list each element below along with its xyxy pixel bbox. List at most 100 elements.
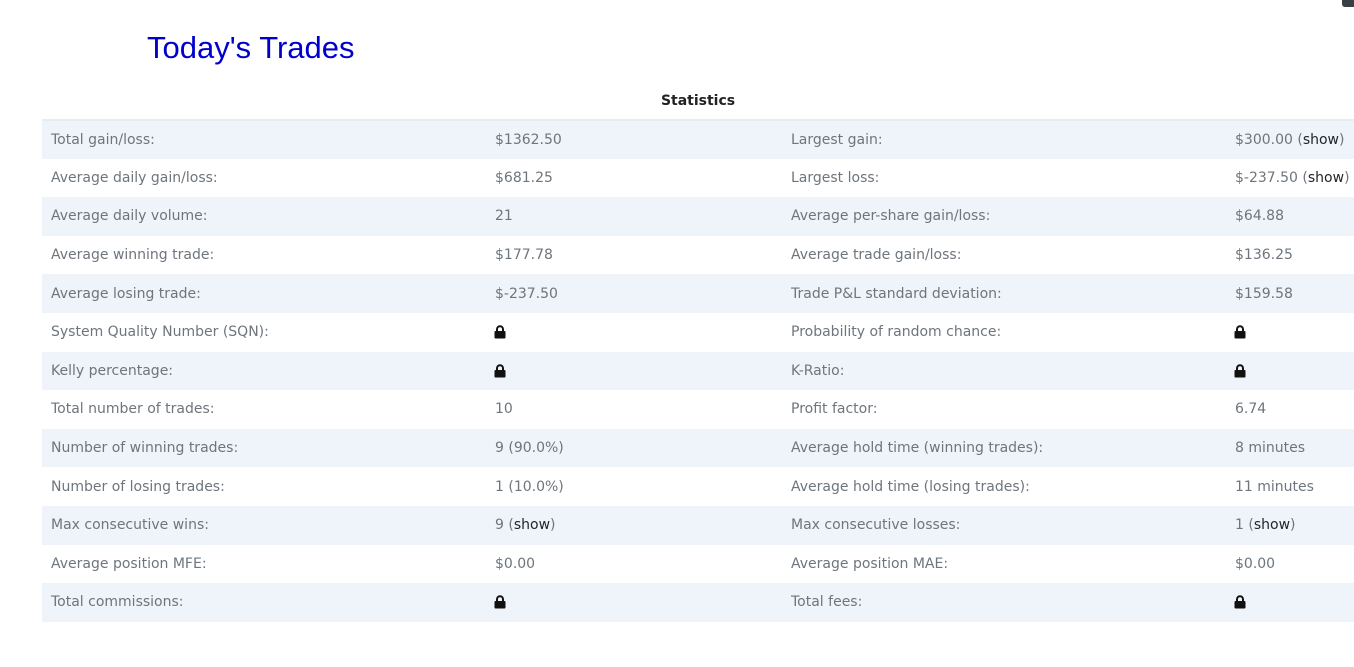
stat-label: Average daily gain/loss: (42, 158, 486, 198)
stat-label: Max consecutive losses: (782, 505, 1226, 545)
stat-label: Number of losing trades: (42, 467, 486, 506)
stat-label: Average hold time (losing trades): (782, 467, 1226, 506)
lock-icon (494, 325, 506, 339)
stat-label: Trade P&L standard deviation: (782, 274, 1226, 313)
stat-label: Total gain/loss: (42, 120, 486, 159)
stat-label: Number of winning trades: (42, 428, 486, 468)
stat-label: Profit factor: (782, 390, 1226, 429)
show-link[interactable]: show (1303, 132, 1339, 148)
stat-value-text: $136.25 (1235, 247, 1293, 264)
stat-value (486, 312, 782, 352)
stat-row: Average daily gain/loss: $681.25 Largest l… (42, 158, 1354, 198)
stat-row: Average winning trade: $177.78 Average tra… (42, 235, 1354, 275)
statistics-header-row: Statistics (42, 82, 1354, 121)
show-link[interactable]: show (1308, 170, 1344, 186)
stat-value-text: 1 (1235, 517, 1244, 534)
stat-value: $159.58 (1226, 274, 1354, 313)
stat-value-text: $159.58 (1235, 285, 1293, 302)
stat-value (1226, 312, 1354, 352)
stat-value-text: 9 (495, 517, 504, 534)
stat-row: Average losing trade: $-237.50 Trade P&L s… (42, 274, 1354, 313)
stat-value: $681.25 (486, 158, 782, 198)
stat-label: Max consecutive wins: (42, 505, 486, 545)
stat-value: 8 minutes (1226, 428, 1354, 468)
stat-value-text: $177.78 (495, 247, 553, 264)
stat-label: Average per-share gain/loss: (782, 197, 1226, 236)
stat-value: 6.74 (1226, 390, 1354, 429)
stat-value-text: $-237.50 (1235, 169, 1298, 186)
stat-value: $0.00 (1226, 544, 1354, 584)
stat-label: Total commissions: (42, 583, 486, 622)
show-link[interactable]: show (1254, 517, 1290, 533)
stat-value: 10 (486, 390, 782, 429)
stat-value-text: 9 (90.0%) (495, 440, 564, 457)
stat-row: Total commissions: Total fees: (42, 583, 1354, 622)
stat-row: Total gain/loss: $1362.50 Largest gain: $30… (42, 120, 1354, 159)
stat-value: 9 (90.0%) (486, 428, 782, 468)
stat-value-text: $681.25 (495, 169, 553, 186)
stat-value: 1 (show) (1226, 505, 1354, 545)
stat-value: $1362.50 (486, 120, 782, 159)
stat-value-text: $0.00 (495, 555, 536, 572)
stat-row: Number of losing trades: 1 (10.0%) Average… (42, 467, 1354, 506)
page: Today's Trades Statistics Total gain/los… (0, 0, 1354, 667)
stat-value (486, 351, 782, 391)
lock-icon (1234, 325, 1246, 339)
stat-value: $64.88 (1226, 197, 1354, 236)
stat-value: 21 (486, 197, 782, 236)
stat-value-text: $-237.50 (495, 285, 558, 302)
stat-label: Average daily volume: (42, 197, 486, 236)
stat-value (486, 583, 782, 622)
statistics-body: Total gain/loss: $1362.50 Largest gain: $30… (42, 120, 1354, 622)
stat-row: Average daily volume: 21 Average per-share… (42, 197, 1354, 236)
stat-label: Average hold time (winning trades): (782, 428, 1226, 468)
statistics-heading: Statistics (42, 82, 1354, 121)
stat-value: $300.00 (show) (1226, 120, 1354, 159)
stat-label: Average losing trade: (42, 274, 486, 313)
lock-icon (1234, 364, 1246, 378)
lock-icon (1234, 595, 1246, 609)
lock-icon (494, 364, 506, 378)
stat-value (1226, 583, 1354, 622)
stat-label: Probability of random chance: (782, 312, 1226, 352)
stat-value-text: 21 (495, 208, 513, 225)
stat-row: Kelly percentage: K-Ratio: (42, 351, 1354, 391)
stat-value-text: $64.88 (1235, 208, 1284, 225)
stat-row: Average position MFE: $0.00 Average positi… (42, 544, 1354, 584)
stat-value-text: 11 minutes (1235, 478, 1314, 495)
show-link[interactable]: show (514, 517, 550, 533)
stat-value: $136.25 (1226, 235, 1354, 275)
page-title: Today's Trades (147, 30, 355, 65)
stat-value: $-237.50 (486, 274, 782, 313)
stat-label: Kelly percentage: (42, 351, 486, 391)
stat-row: Number of winning trades: 9 (90.0%) Averag… (42, 428, 1354, 468)
stat-value-text: $1362.50 (495, 131, 562, 148)
stat-value: $0.00 (486, 544, 782, 584)
stat-value-text: $300.00 (1235, 131, 1293, 148)
stat-label: System Quality Number (SQN): (42, 312, 486, 352)
stat-label: Total number of trades: (42, 390, 486, 429)
stat-value-text: 1 (10.0%) (495, 478, 564, 495)
stat-value-text: 6.74 (1235, 401, 1267, 418)
stat-label: Average position MFE: (42, 544, 486, 584)
stat-label: Total fees: (782, 583, 1226, 622)
stat-value-text: 10 (495, 401, 513, 418)
stat-value: 1 (10.0%) (486, 467, 782, 506)
corner-scroll-marker (1342, 0, 1354, 7)
stat-row: Total number of trades: 10 Profit factor: 6… (42, 390, 1354, 429)
stat-label: Average trade gain/loss: (782, 235, 1226, 275)
stat-label: Largest gain: (782, 120, 1226, 159)
lock-icon (494, 595, 506, 609)
statistics-table: Statistics Total gain/loss: $1362.50 Large… (42, 82, 1354, 622)
stat-label: Largest loss: (782, 158, 1226, 198)
stat-value: $177.78 (486, 235, 782, 275)
stat-row: Max consecutive wins: 9 (show) Max consecu… (42, 505, 1354, 545)
stat-label: Average winning trade: (42, 235, 486, 275)
stat-value-text: $0.00 (1235, 555, 1276, 572)
stat-value: 9 (show) (486, 505, 782, 545)
stat-value: 11 minutes (1226, 467, 1354, 506)
stat-row: System Quality Number (SQN): Probability … (42, 312, 1354, 352)
stat-value: $-237.50 (show) (1226, 158, 1354, 198)
stat-value-text: 8 minutes (1235, 440, 1306, 457)
stat-label: K-Ratio: (782, 351, 1226, 391)
